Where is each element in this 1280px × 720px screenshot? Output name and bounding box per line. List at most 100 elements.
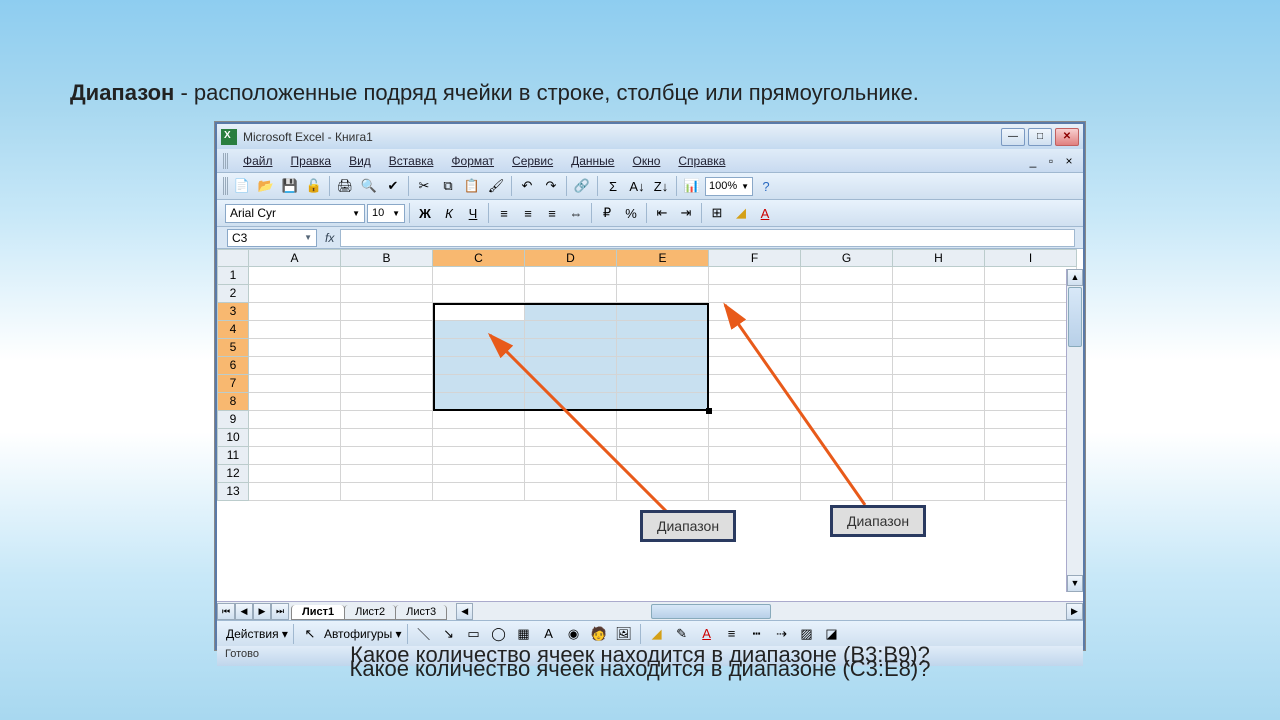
tab-prev-icon[interactable]: ◀: [235, 603, 253, 620]
chart-icon[interactable]: 📊: [681, 175, 703, 197]
cell-E12[interactable]: [617, 465, 709, 483]
cell-F1[interactable]: [709, 267, 801, 285]
cell-D11[interactable]: [525, 447, 617, 465]
cell-C7[interactable]: [433, 375, 525, 393]
cell-D12[interactable]: [525, 465, 617, 483]
cell-A6[interactable]: [249, 357, 341, 375]
col-header-C[interactable]: C: [433, 249, 525, 267]
cell-A5[interactable]: [249, 339, 341, 357]
cell-G1[interactable]: [801, 267, 893, 285]
align-right-icon[interactable]: ≡: [541, 202, 563, 224]
cell-C6[interactable]: [433, 357, 525, 375]
cell-A11[interactable]: [249, 447, 341, 465]
cell-E2[interactable]: [617, 285, 709, 303]
cell-D6[interactable]: [525, 357, 617, 375]
tab-sheet2[interactable]: Лист2: [344, 605, 396, 620]
tab-sheet1[interactable]: Лист1: [291, 605, 345, 620]
underline-icon[interactable]: Ч: [462, 202, 484, 224]
cell-F11[interactable]: [709, 447, 801, 465]
cell-C5[interactable]: [433, 339, 525, 357]
menu-insert[interactable]: Вставка: [381, 152, 442, 170]
cell-E11[interactable]: [617, 447, 709, 465]
minimize-button[interactable]: —: [1001, 128, 1025, 146]
cell-F13[interactable]: [709, 483, 801, 501]
cell-F8[interactable]: [709, 393, 801, 411]
cell-A2[interactable]: [249, 285, 341, 303]
cell-A13[interactable]: [249, 483, 341, 501]
cell-D13[interactable]: [525, 483, 617, 501]
font-color-icon[interactable]: A: [754, 202, 776, 224]
cell-D4[interactable]: [525, 321, 617, 339]
cell-A3[interactable]: [249, 303, 341, 321]
cell-D3[interactable]: [525, 303, 617, 321]
cut-icon[interactable]: ✂: [413, 175, 435, 197]
cell-G6[interactable]: [801, 357, 893, 375]
align-left-icon[interactable]: ≡: [493, 202, 515, 224]
cell-E3[interactable]: [617, 303, 709, 321]
preview-icon[interactable]: 🔍: [358, 175, 380, 197]
cell-G5[interactable]: [801, 339, 893, 357]
cell-H10[interactable]: [893, 429, 985, 447]
cell-F2[interactable]: [709, 285, 801, 303]
cell-H8[interactable]: [893, 393, 985, 411]
cell-B8[interactable]: [341, 393, 433, 411]
cell-B3[interactable]: [341, 303, 433, 321]
cell-B11[interactable]: [341, 447, 433, 465]
cell-I13[interactable]: [985, 483, 1077, 501]
scroll-down-icon[interactable]: ▼: [1067, 575, 1083, 592]
formula-input[interactable]: [340, 229, 1075, 247]
align-center-icon[interactable]: ≡: [517, 202, 539, 224]
tab-last-icon[interactable]: ⏭: [271, 603, 289, 620]
scroll-left-icon[interactable]: ◀: [456, 603, 473, 620]
cell-C4[interactable]: [433, 321, 525, 339]
cell-B4[interactable]: [341, 321, 433, 339]
row-header-7[interactable]: 7: [217, 375, 249, 393]
scroll-right-icon[interactable]: ▶: [1066, 603, 1083, 620]
cell-A7[interactable]: [249, 375, 341, 393]
save-icon[interactable]: 💾: [279, 175, 301, 197]
sort-desc-icon[interactable]: Z↓: [650, 175, 672, 197]
row-header-2[interactable]: 2: [217, 285, 249, 303]
cell-F5[interactable]: [709, 339, 801, 357]
paste-icon[interactable]: 📋: [461, 175, 483, 197]
cell-G8[interactable]: [801, 393, 893, 411]
cell-H12[interactable]: [893, 465, 985, 483]
row-header-10[interactable]: 10: [217, 429, 249, 447]
cell-D5[interactable]: [525, 339, 617, 357]
cell-G13[interactable]: [801, 483, 893, 501]
cell-F6[interactable]: [709, 357, 801, 375]
new-icon[interactable]: 📄: [231, 175, 253, 197]
cell-C8[interactable]: [433, 393, 525, 411]
cell-E9[interactable]: [617, 411, 709, 429]
font-select[interactable]: Arial Cyr▼: [225, 204, 365, 223]
cell-I5[interactable]: [985, 339, 1077, 357]
cell-C2[interactable]: [433, 285, 525, 303]
cell-F7[interactable]: [709, 375, 801, 393]
cell-H11[interactable]: [893, 447, 985, 465]
cell-H5[interactable]: [893, 339, 985, 357]
col-header-B[interactable]: B: [341, 249, 433, 267]
cell-I11[interactable]: [985, 447, 1077, 465]
close-button[interactable]: ✕: [1055, 128, 1079, 146]
cell-E5[interactable]: [617, 339, 709, 357]
cell-G9[interactable]: [801, 411, 893, 429]
fill-handle[interactable]: [706, 408, 712, 414]
copy-icon[interactable]: ⧉: [437, 175, 459, 197]
row-header-6[interactable]: 6: [217, 357, 249, 375]
cell-C9[interactable]: [433, 411, 525, 429]
cell-H3[interactable]: [893, 303, 985, 321]
permission-icon[interactable]: 🔓: [303, 175, 325, 197]
cell-E13[interactable]: [617, 483, 709, 501]
cell-A1[interactable]: [249, 267, 341, 285]
help-icon[interactable]: ?: [755, 175, 777, 197]
fill-color-icon[interactable]: ◢: [730, 202, 752, 224]
cell-G7[interactable]: [801, 375, 893, 393]
indent-inc-icon[interactable]: ⇥: [675, 202, 697, 224]
cell-F9[interactable]: [709, 411, 801, 429]
cell-D1[interactable]: [525, 267, 617, 285]
fontsize-select[interactable]: 10▼: [367, 204, 405, 223]
col-header-A[interactable]: A: [249, 249, 341, 267]
sort-asc-icon[interactable]: A↓: [626, 175, 648, 197]
cell-G11[interactable]: [801, 447, 893, 465]
cell-I4[interactable]: [985, 321, 1077, 339]
